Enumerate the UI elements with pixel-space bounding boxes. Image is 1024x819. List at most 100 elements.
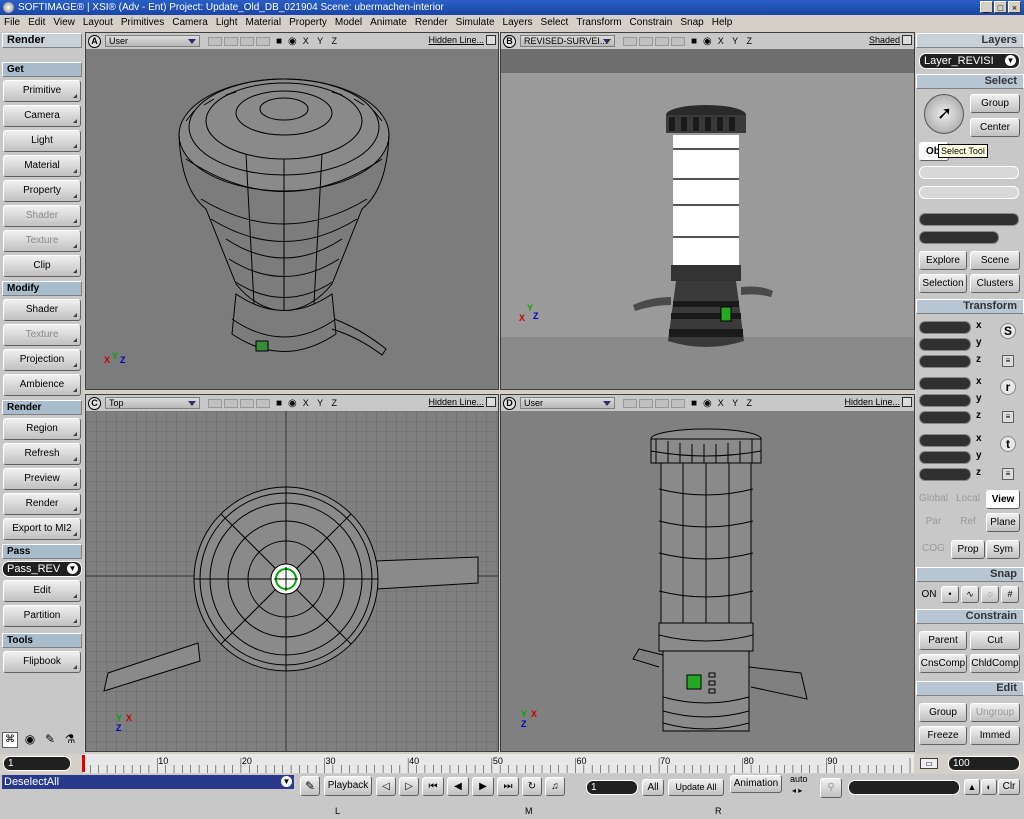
snap-grid-icon[interactable]: # — [1001, 586, 1019, 603]
viewport-b-axes-toggle[interactable]: X Y Z — [718, 36, 755, 46]
render-tab-icon[interactable]: ⌘ — [2, 732, 18, 748]
menu-help[interactable]: Help — [708, 15, 737, 30]
chldcomp-button[interactable]: ChldComp — [970, 654, 1020, 673]
menu-transform[interactable]: Transform — [572, 15, 625, 30]
toolbar-title[interactable]: Render — [2, 33, 82, 48]
eye-icon[interactable]: ◉ — [288, 36, 297, 47]
viewport-c-camera-menu[interactable]: Top — [105, 397, 200, 409]
viewport-b-canvas[interactable]: X Y Z — [501, 49, 914, 389]
key-arrows-icon[interactable]: ◂ ▸ — [792, 786, 802, 795]
translate-y-field[interactable] — [919, 451, 971, 464]
par-button[interactable]: Par — [917, 513, 950, 532]
rotate-z-field[interactable] — [919, 411, 971, 424]
viewport-d-display-mode[interactable]: Hidden Line... — [844, 397, 900, 407]
freeze-button[interactable]: Freeze — [919, 726, 967, 745]
viewport-b-display-mode[interactable]: Shaded — [869, 35, 900, 45]
pass-partition-button[interactable]: Partition — [3, 605, 81, 627]
brush-tab-icon[interactable]: ✎ — [42, 732, 58, 748]
current-frame-field[interactable]: 1 — [586, 780, 638, 795]
play-backward-icon[interactable]: ◀ — [447, 777, 469, 796]
menu-layers[interactable]: Layers — [499, 15, 537, 30]
transform-header[interactable]: Transform — [916, 299, 1024, 314]
render-header[interactable]: Render — [2, 400, 82, 415]
tools-header[interactable]: Tools — [2, 633, 82, 648]
explore-button[interactable]: Explore — [919, 251, 967, 270]
scale-mode-icon[interactable]: S — [1000, 323, 1016, 339]
viewport-c-memo-slots[interactable] — [208, 398, 270, 408]
rotate-mode-icon[interactable]: r — [1000, 379, 1016, 395]
viewport-a-memo-slots[interactable] — [208, 36, 270, 46]
select-group-button[interactable]: Group — [970, 94, 1020, 113]
cut-button[interactable]: Cut — [970, 631, 1020, 650]
select-center-button[interactable]: Center — [970, 118, 1020, 137]
scene-button[interactable]: Scene — [970, 251, 1020, 270]
loop-icon[interactable]: ↻ — [522, 777, 542, 796]
prop-button[interactable]: Prop — [951, 540, 985, 559]
pass-header[interactable]: Pass — [2, 544, 82, 559]
viewport-c-letter[interactable]: C — [88, 396, 101, 410]
viewport-c-axes-toggle[interactable]: X Y Z — [303, 398, 340, 408]
get-material-button[interactable]: Material — [3, 155, 81, 177]
viewport-a-axes-toggle[interactable]: X Y Z — [303, 36, 340, 46]
viewport-c-display-mode[interactable]: Hidden Line... — [428, 397, 484, 407]
select-header[interactable]: Select — [916, 74, 1024, 89]
ren-preview-button[interactable]: Preview — [3, 468, 81, 490]
viewport-b-camera-menu[interactable]: REVISED-SURVEI... — [520, 35, 615, 47]
timeline-end-field[interactable]: 100 — [948, 756, 1020, 771]
layer-dropdown[interactable]: Layer_REVISI ▼ — [919, 53, 1020, 69]
viewport-a-canvas[interactable]: X Y Z — [86, 49, 498, 389]
selection-list-field[interactable] — [919, 231, 999, 244]
previous-frame-icon[interactable]: ◁ — [376, 777, 396, 796]
menu-snap[interactable]: Snap — [676, 15, 707, 30]
mod-texture-button[interactable]: Texture — [3, 324, 81, 346]
auto-key-label[interactable]: auto — [790, 774, 808, 784]
last-frame-icon[interactable]: ⏭ — [497, 777, 519, 796]
select-filter-field-2[interactable] — [919, 186, 1019, 199]
ruler-icon[interactable]: ▭ — [920, 758, 938, 769]
viewport-b-letter[interactable]: B — [503, 34, 516, 48]
options-icon[interactable]: ◐ — [981, 779, 997, 795]
key-status-field[interactable] — [848, 780, 960, 795]
viewport-a-display-mode[interactable]: Hidden Line... — [428, 35, 484, 45]
camera-icon[interactable]: ■ — [691, 398, 697, 409]
script-editor-icon[interactable]: ✎ — [300, 776, 320, 796]
timeline-ruler[interactable]: 10 20 30 40 50 60 70 80 90 — [82, 754, 914, 773]
translate-menu-icon[interactable]: ≡ — [1002, 468, 1014, 480]
ren-export-to-mi2-button[interactable]: Export to MI2 — [3, 518, 81, 540]
get-camera-button[interactable]: Camera — [3, 105, 81, 127]
plane-button[interactable]: Plane — [986, 513, 1020, 532]
eye-icon[interactable]: ◉ — [703, 398, 712, 409]
eye-icon[interactable]: ◉ — [703, 36, 712, 47]
get-header[interactable]: Get — [2, 62, 82, 77]
clear-button[interactable]: Clr — [998, 779, 1020, 795]
viewport-b-memo-slots[interactable] — [623, 36, 685, 46]
play-forward-icon[interactable]: ▶ — [472, 777, 494, 796]
viewport-d-letter[interactable]: D — [503, 396, 516, 410]
ren-region-button[interactable]: Region — [3, 418, 81, 440]
snap-curve-icon[interactable]: ∿ — [961, 586, 979, 603]
viewport-a-camera-menu[interactable]: User — [105, 35, 200, 47]
sym-button[interactable]: Sym — [986, 540, 1020, 559]
scale-z-field[interactable] — [919, 355, 971, 368]
mod-projection-button[interactable]: Projection — [3, 349, 81, 371]
menu-constrain[interactable]: Constrain — [626, 15, 677, 30]
minimize-button[interactable]: _ — [980, 1, 993, 13]
rotate-menu-icon[interactable]: ≡ — [1002, 411, 1014, 423]
viewport-b[interactable]: B REVISED-SURVEI... ■ ◉ X Y Z Shaded X Y… — [500, 32, 915, 390]
modify-header[interactable]: Modify — [2, 281, 82, 296]
up-arrow-icon[interactable]: ▲ — [964, 779, 980, 795]
viewport-c-maximize-icon[interactable] — [486, 397, 496, 407]
menu-edit[interactable]: Edit — [24, 15, 49, 30]
menu-layout[interactable]: Layout — [79, 15, 117, 30]
menu-model[interactable]: Model — [331, 15, 366, 30]
pass-edit-button[interactable]: Edit — [3, 580, 81, 602]
menu-file[interactable]: File — [0, 15, 24, 30]
parent-button[interactable]: Parent — [919, 631, 967, 650]
viewport-d-maximize-icon[interactable] — [902, 397, 912, 407]
get-primitive-button[interactable]: Primitive — [3, 80, 81, 102]
selection-button[interactable]: Selection — [919, 274, 967, 293]
camera-icon[interactable]: ■ — [276, 36, 282, 47]
get-property-button[interactable]: Property — [3, 180, 81, 202]
rotate-x-field[interactable] — [919, 377, 971, 390]
menu-property[interactable]: Property — [285, 15, 331, 30]
